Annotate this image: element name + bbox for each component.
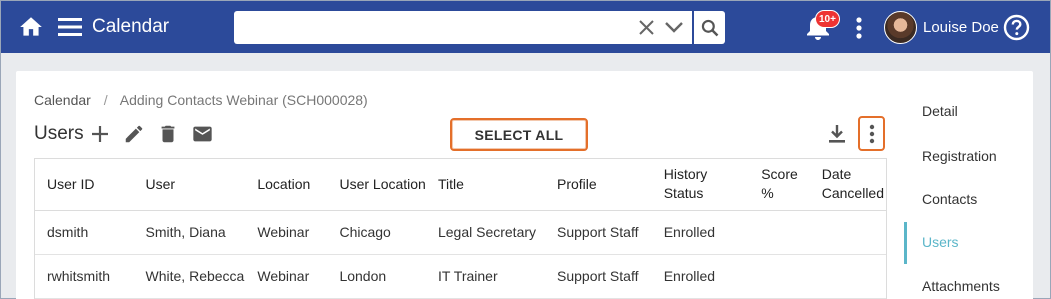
- cell-date-cancelled: [809, 254, 886, 299]
- edit-icon[interactable]: [123, 123, 145, 145]
- avatar[interactable]: [884, 11, 917, 44]
- table-row[interactable]: rwhitsmith White, Rebecca Webinar London…: [35, 254, 886, 299]
- cell-location: Webinar: [245, 210, 328, 255]
- sidenav-item-contacts[interactable]: Contacts: [904, 179, 1024, 219]
- cell-user-location: London: [327, 254, 426, 299]
- select-all-button[interactable]: SELECT ALL: [450, 118, 588, 151]
- cell-title: Legal Secretary: [425, 210, 545, 255]
- cell-status: Enrolled: [651, 210, 750, 255]
- breadcrumb: Calendar / Adding Contacts Webinar (SCH0…: [34, 92, 368, 108]
- more-options-button[interactable]: [858, 116, 885, 151]
- close-icon[interactable]: [638, 19, 655, 36]
- cell-user: White, Rebecca: [133, 254, 246, 299]
- column-header[interactable]: Location: [245, 159, 328, 211]
- page-title: Users: [34, 123, 84, 144]
- cell-user-id: rwhitsmith: [35, 254, 134, 299]
- cell-location: Webinar: [245, 254, 328, 299]
- breadcrumb-current: Adding Contacts Webinar (SCH000028): [119, 92, 368, 108]
- chevron-down-icon[interactable]: [664, 20, 684, 34]
- search-button[interactable]: [694, 11, 725, 44]
- download-icon[interactable]: [827, 123, 847, 145]
- email-icon[interactable]: [191, 123, 214, 145]
- help-icon[interactable]: [1003, 14, 1030, 41]
- cell-user-id: dsmith: [35, 210, 134, 255]
- users-table: User ID User Location User Location Titl…: [34, 158, 887, 299]
- table-row[interactable]: dsmith Smith, Diana Webinar Chicago Lega…: [35, 210, 886, 255]
- breadcrumb-root-link[interactable]: Calendar: [34, 92, 91, 108]
- sidenav-item-registration[interactable]: Registration: [904, 136, 1024, 176]
- notification-badge: 10+: [815, 10, 840, 28]
- home-icon[interactable]: [18, 14, 44, 40]
- column-header[interactable]: Profile: [545, 159, 652, 211]
- more-vert-icon: [869, 124, 874, 143]
- sidenav-item-users[interactable]: Users: [904, 222, 1024, 264]
- delete-icon[interactable]: [157, 123, 179, 145]
- table-header-row: User ID User Location User Location Titl…: [35, 159, 886, 211]
- sidenav-item-detail[interactable]: Detail: [904, 91, 1024, 131]
- column-header[interactable]: Score %: [749, 159, 810, 211]
- cell-score: [749, 254, 810, 299]
- cell-profile: Support Staff: [545, 254, 652, 299]
- more-vert-icon[interactable]: [852, 15, 866, 41]
- search-icon: [701, 19, 718, 36]
- add-icon[interactable]: [90, 124, 110, 144]
- cell-score: [749, 210, 810, 255]
- search-box: [234, 11, 692, 44]
- cell-user: Smith, Diana: [133, 210, 246, 255]
- app-title: Calendar: [92, 16, 170, 37]
- column-header[interactable]: Date Cancelled: [809, 159, 886, 211]
- cell-date-cancelled: [809, 210, 886, 255]
- column-header[interactable]: User Location: [327, 159, 426, 211]
- breadcrumb-separator: /: [103, 92, 108, 108]
- cell-profile: Support Staff: [545, 210, 652, 255]
- cell-title: IT Trainer: [425, 254, 545, 299]
- hamburger-menu-icon[interactable]: [58, 17, 82, 37]
- search-input[interactable]: [234, 11, 624, 44]
- cell-status: Enrolled: [651, 254, 750, 299]
- column-header[interactable]: History Status: [651, 159, 750, 211]
- sidenav-item-attachments[interactable]: Attachments: [904, 266, 1024, 299]
- user-name[interactable]: Louise Doe: [923, 19, 999, 36]
- cell-user-location: Chicago: [327, 210, 426, 255]
- column-header[interactable]: User ID: [35, 159, 134, 211]
- column-header[interactable]: User: [133, 159, 246, 211]
- column-header[interactable]: Title: [425, 159, 545, 211]
